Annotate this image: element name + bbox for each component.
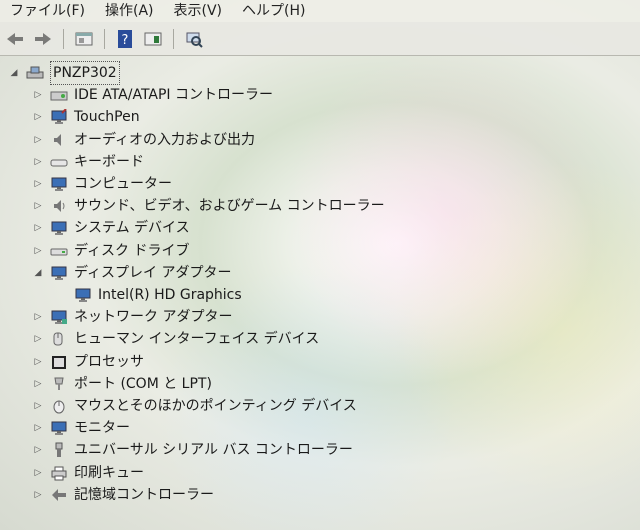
forward-icon[interactable] [32,28,54,50]
menu-action[interactable]: 操作(A) [95,0,164,22]
storage-controller-icon [50,487,68,503]
collapsed-arrow-icon[interactable]: ▷ [32,245,44,257]
tree-root[interactable]: ◢ PNZP302 [8,61,120,85]
collapsed-arrow-icon[interactable]: ▷ [32,311,44,323]
tree-item-label: ユニバーサル シリアル バス コントローラー [74,442,353,459]
tree-item[interactable]: ◢ ディスプレイ アダプター [32,262,232,284]
sound-icon [50,198,68,214]
tree-item-label: Intel(R) HD Graphics [98,287,242,303]
audio-icon [50,132,68,148]
no-expander [56,289,68,301]
tree-item-label: 印刷キュー [74,464,144,481]
collapsed-arrow-icon[interactable]: ▷ [32,156,44,168]
tree-item-label: PNZP302 [50,61,120,85]
tree-item[interactable]: ▷ マウスとそのほかのポインティング デバイス [32,395,357,417]
collapsed-arrow-icon[interactable]: ▷ [32,178,44,190]
collapsed-arrow-icon[interactable]: ▷ [32,134,44,146]
tree-item-label: ポート (COM と LPT) [74,375,212,392]
collapsed-arrow-icon[interactable]: ▷ [32,222,44,234]
collapsed-arrow-icon[interactable]: ▷ [32,467,44,479]
tree-item[interactable]: ▷ ヒューマン インターフェイス デバイス [32,328,320,350]
collapsed-arrow-icon[interactable]: ▷ [32,356,44,368]
tree-item-label: ヒューマン インターフェイス デバイス [74,331,320,348]
print-queue-icon [50,465,68,481]
computer-root-icon [26,65,44,81]
expanded-arrow-icon[interactable]: ◢ [8,67,20,79]
collapsed-arrow-icon[interactable]: ▷ [32,400,44,412]
back-icon[interactable] [4,28,26,50]
tree-item-label: キーボード [74,153,144,170]
monitor-icon [50,420,68,436]
view-icon[interactable] [142,28,164,50]
tree-item-label: オーディオの入力および出力 [74,131,256,148]
tree-item[interactable]: ▷ ネットワーク アダプター [32,306,233,328]
collapsed-arrow-icon[interactable]: ▷ [32,444,44,456]
scan-hardware-icon[interactable] [183,28,205,50]
tree-item[interactable]: ▷ オーディオの入力および出力 [32,129,256,151]
svg-text:?: ? [122,33,129,48]
tree-item-label: ディスプレイ アダプター [74,264,232,281]
system-devices-icon [50,220,68,236]
usb-icon [50,442,68,458]
tree-item[interactable]: ▷ 印刷キュー [32,462,144,484]
toolbar-separator [173,28,174,49]
menu-bar: ファイル(F) 操作(A) 表示(V) ヘルプ(H) [0,0,640,22]
tree-item-label: ディスク ドライブ [74,242,190,259]
tree-item[interactable]: ▷ キーボード [32,151,144,173]
mouse-icon [50,398,68,414]
tree-item-label: マウスとそのほかのポインティング デバイス [74,398,357,414]
port-icon [50,376,68,392]
collapsed-arrow-icon[interactable]: ▷ [32,333,44,345]
tree-item[interactable]: ▷ サウンド、ビデオ、およびゲーム コントローラー [32,195,385,217]
disk-drive-icon [50,243,68,259]
toolbar-separator [104,28,105,49]
toolbar-separator [63,28,64,49]
collapsed-arrow-icon[interactable]: ▷ [32,200,44,212]
tree-item-label: コンピューター [74,176,172,192]
collapsed-arrow-icon[interactable]: ▷ [32,89,44,101]
keyboard-icon [50,154,68,170]
menu-help[interactable]: ヘルプ(H) [232,0,315,22]
tree-item[interactable]: ▷ ユニバーサル シリアル バス コントローラー [32,439,353,461]
tree-item-label: TouchPen [74,109,140,126]
processor-icon [50,354,68,370]
collapsed-arrow-icon[interactable]: ▷ [32,378,44,390]
tree-item-label: システム デバイス [74,220,190,237]
ide-controller-icon [50,87,68,103]
menu-view[interactable]: 表示(V) [164,0,233,22]
menu-file[interactable]: ファイル(F) [0,0,95,22]
expanded-arrow-icon[interactable]: ◢ [32,267,44,279]
tree-item-label: ネットワーク アダプター [74,309,233,326]
tree-item[interactable]: ▷ コンピューター [32,173,172,195]
tree-child-item[interactable]: Intel(R) HD Graphics [56,284,242,306]
tree-item[interactable]: ▷ システム デバイス [32,217,190,239]
toolbar: ? [0,22,640,56]
tree-item[interactable]: ▷ TouchPen [32,106,140,128]
tree-item[interactable]: ▷ 記憶域コントローラー [32,484,214,506]
tree-item[interactable]: ▷ IDE ATA/ATAPI コントローラー [32,84,273,106]
tree-item-label: 記憶域コントローラー [74,486,214,503]
tree-item[interactable]: ▷ ディスク ドライブ [32,240,190,262]
tree-item[interactable]: ▷ ポート (COM と LPT) [32,373,212,395]
display-adapter-icon [50,265,68,281]
hid-icon [50,331,68,347]
tree-item-label: IDE ATA/ATAPI コントローラー [74,87,274,104]
tree-item[interactable]: ▷ モニター [32,417,130,439]
tree-item-label: サウンド、ビデオ、およびゲーム コントローラー [74,198,385,215]
display-adapter-child-icon [74,287,92,303]
network-adapter-icon [50,309,68,325]
help-icon[interactable]: ? [114,28,136,50]
properties-icon[interactable] [73,28,95,50]
touchpen-icon [50,108,68,125]
collapsed-arrow-icon[interactable]: ▷ [32,111,44,123]
tree-item-label: プロセッサ [74,353,144,370]
collapsed-arrow-icon[interactable]: ▷ [32,422,44,434]
collapsed-arrow-icon[interactable]: ▷ [32,489,44,501]
tree-item-label: モニター [74,420,130,437]
tree-item[interactable]: ▷ プロセッサ [32,351,144,373]
computer-icon [50,176,68,192]
